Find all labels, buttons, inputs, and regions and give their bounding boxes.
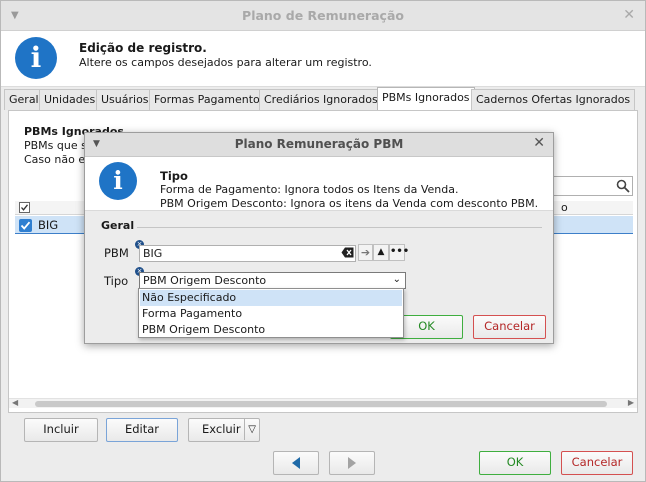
scroll-left-icon[interactable]: ◀ bbox=[12, 398, 18, 407]
title-bar: ▼ Plano de Remuneração ✕ bbox=[1, 1, 645, 31]
tab-usuarios[interactable]: Usuários bbox=[96, 89, 154, 110]
cancel-button[interactable]: Cancelar bbox=[561, 451, 633, 475]
panel-text-1: PBMs que s bbox=[24, 139, 87, 152]
tab-geral[interactable]: Geral bbox=[4, 89, 44, 110]
header-title: Edição de registro. bbox=[79, 41, 207, 55]
dialog-title: Plano Remuneração PBM bbox=[234, 137, 404, 151]
dialog-cancel-button[interactable]: Cancelar bbox=[473, 315, 546, 339]
chevron-down-icon[interactable]: ⌄ bbox=[393, 274, 401, 285]
horizontal-scrollbar[interactable]: ◀ ▶ bbox=[9, 398, 637, 408]
incluir-button[interactable]: Incluir bbox=[24, 418, 98, 442]
row-value: BIG bbox=[38, 218, 59, 232]
scroll-thumb[interactable] bbox=[35, 401, 607, 407]
group-divider bbox=[137, 227, 542, 228]
window-title: Plano de Remuneração bbox=[242, 8, 404, 23]
go-arrow-icon[interactable]: ➔ bbox=[358, 244, 373, 261]
arrow-left-icon bbox=[292, 457, 300, 469]
more-options-icon[interactable]: ••• bbox=[389, 244, 409, 261]
pbm-value: BIG bbox=[143, 247, 163, 260]
editar-button[interactable]: Editar bbox=[106, 418, 178, 442]
arrow-right-icon bbox=[348, 457, 356, 469]
tab-formas-pagamento[interactable]: Formas Pagamento bbox=[149, 89, 265, 110]
dialog-header-line1: Forma de Pagamento: Ignora todos os Iten… bbox=[160, 183, 459, 196]
header-subtitle: Altere os campos desejados para alterar … bbox=[79, 56, 372, 69]
dialog-header: i Tipo Forma de Pagamento: Ignora todos … bbox=[85, 157, 553, 211]
tipo-dropdown-list: Não Especificado Forma Pagamento PBM Ori… bbox=[138, 288, 404, 338]
group-label: Geral bbox=[101, 219, 135, 232]
pbm-label: PBM bbox=[104, 246, 129, 260]
row-checkbox[interactable] bbox=[19, 219, 32, 232]
excluir-label: Excluir bbox=[202, 422, 241, 436]
tipo-value: PBM Origem Desconto bbox=[143, 274, 267, 287]
tipo-select[interactable]: PBM Origem Desconto ⌄ bbox=[139, 272, 406, 289]
excluir-dropdown-icon[interactable]: ▽ bbox=[244, 419, 256, 440]
ok-button[interactable]: OK bbox=[479, 451, 551, 475]
select-all-checkbox[interactable] bbox=[19, 202, 30, 213]
search-icon[interactable] bbox=[616, 179, 630, 193]
info-icon: i bbox=[15, 37, 57, 79]
edit-header: i Edição de registro. Altere os campos d… bbox=[1, 31, 645, 87]
option-forma-pagamento[interactable]: Forma Pagamento bbox=[140, 306, 402, 322]
dialog-title-bar: ▼ Plano Remuneração PBM ✕ bbox=[85, 133, 553, 157]
tab-crediarios-ignorados[interactable]: Crediários Ignorados bbox=[259, 89, 383, 110]
dialog-close-icon[interactable]: ✕ bbox=[533, 135, 545, 151]
tab-unidades[interactable]: Unidades bbox=[39, 89, 101, 110]
clear-icon[interactable] bbox=[341, 247, 354, 258]
excluir-button[interactable]: Excluir ▽ bbox=[188, 418, 260, 442]
previous-button[interactable] bbox=[273, 451, 319, 475]
tipo-label: Tipo bbox=[104, 274, 129, 288]
option-pbm-origem-desconto[interactable]: PBM Origem Desconto bbox=[140, 322, 402, 338]
info-icon: i bbox=[99, 162, 137, 200]
panel-text-2: Caso não es bbox=[24, 153, 91, 166]
lookup-up-icon[interactable]: ▲ bbox=[373, 244, 389, 261]
dialog-header-title: Tipo bbox=[160, 169, 188, 183]
column-header-fragment: o bbox=[561, 201, 568, 214]
option-nao-especificado[interactable]: Não Especificado bbox=[140, 290, 402, 306]
dialog-header-line2: PBM Origem Desconto: Ignora os itens da … bbox=[160, 197, 539, 210]
scroll-right-icon[interactable]: ▶ bbox=[628, 398, 634, 407]
next-button[interactable] bbox=[329, 451, 375, 475]
pbm-input[interactable]: BIG bbox=[139, 245, 356, 262]
close-icon[interactable]: ✕ bbox=[623, 7, 635, 23]
tab-pbms-ignorados[interactable]: PBMs Ignorados bbox=[377, 87, 475, 110]
tab-cadernos-ofertas-ignorados[interactable]: Cadernos Ofertas Ignorados bbox=[471, 89, 636, 110]
